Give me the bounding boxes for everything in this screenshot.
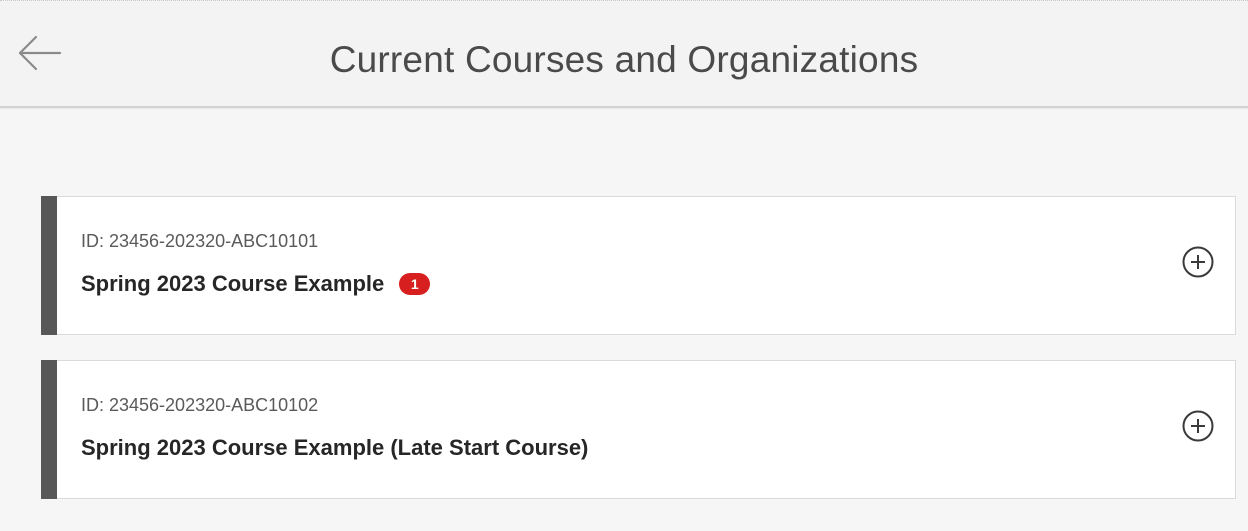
course-list: ID: 23456-202320-ABC10101 Spring 2023 Co… [41,196,1236,524]
page-title: Current Courses and Organizations [329,39,919,80]
course-card-accent-bar [41,196,57,335]
course-id: ID: 23456-202320-ABC10102 [81,395,319,415]
course-card[interactable]: ID: 23456-202320-ABC10102 Spring 2023 Co… [41,360,1236,499]
course-name-link[interactable]: Spring 2023 Course Example [81,271,384,297]
page-header: Current Courses and Organizations [0,0,1248,108]
plus-circle-icon [1182,246,1214,278]
plus-circle-icon [1182,410,1214,442]
course-name-link[interactable]: Spring 2023 Course Example (Late Start C… [81,435,588,461]
course-card-accent-bar [41,360,57,499]
expand-course-button[interactable] [1181,409,1215,443]
expand-course-button[interactable] [1181,245,1215,279]
course-card[interactable]: ID: 23456-202320-ABC10101 Spring 2023 Co… [41,196,1236,335]
course-name-row: Spring 2023 Course Example (Late Start C… [81,435,588,461]
notification-badge: 1 [399,273,431,295]
course-id: ID: 23456-202320-ABC10101 [81,231,319,251]
course-name-row: Spring 2023 Course Example 1 [81,271,431,297]
